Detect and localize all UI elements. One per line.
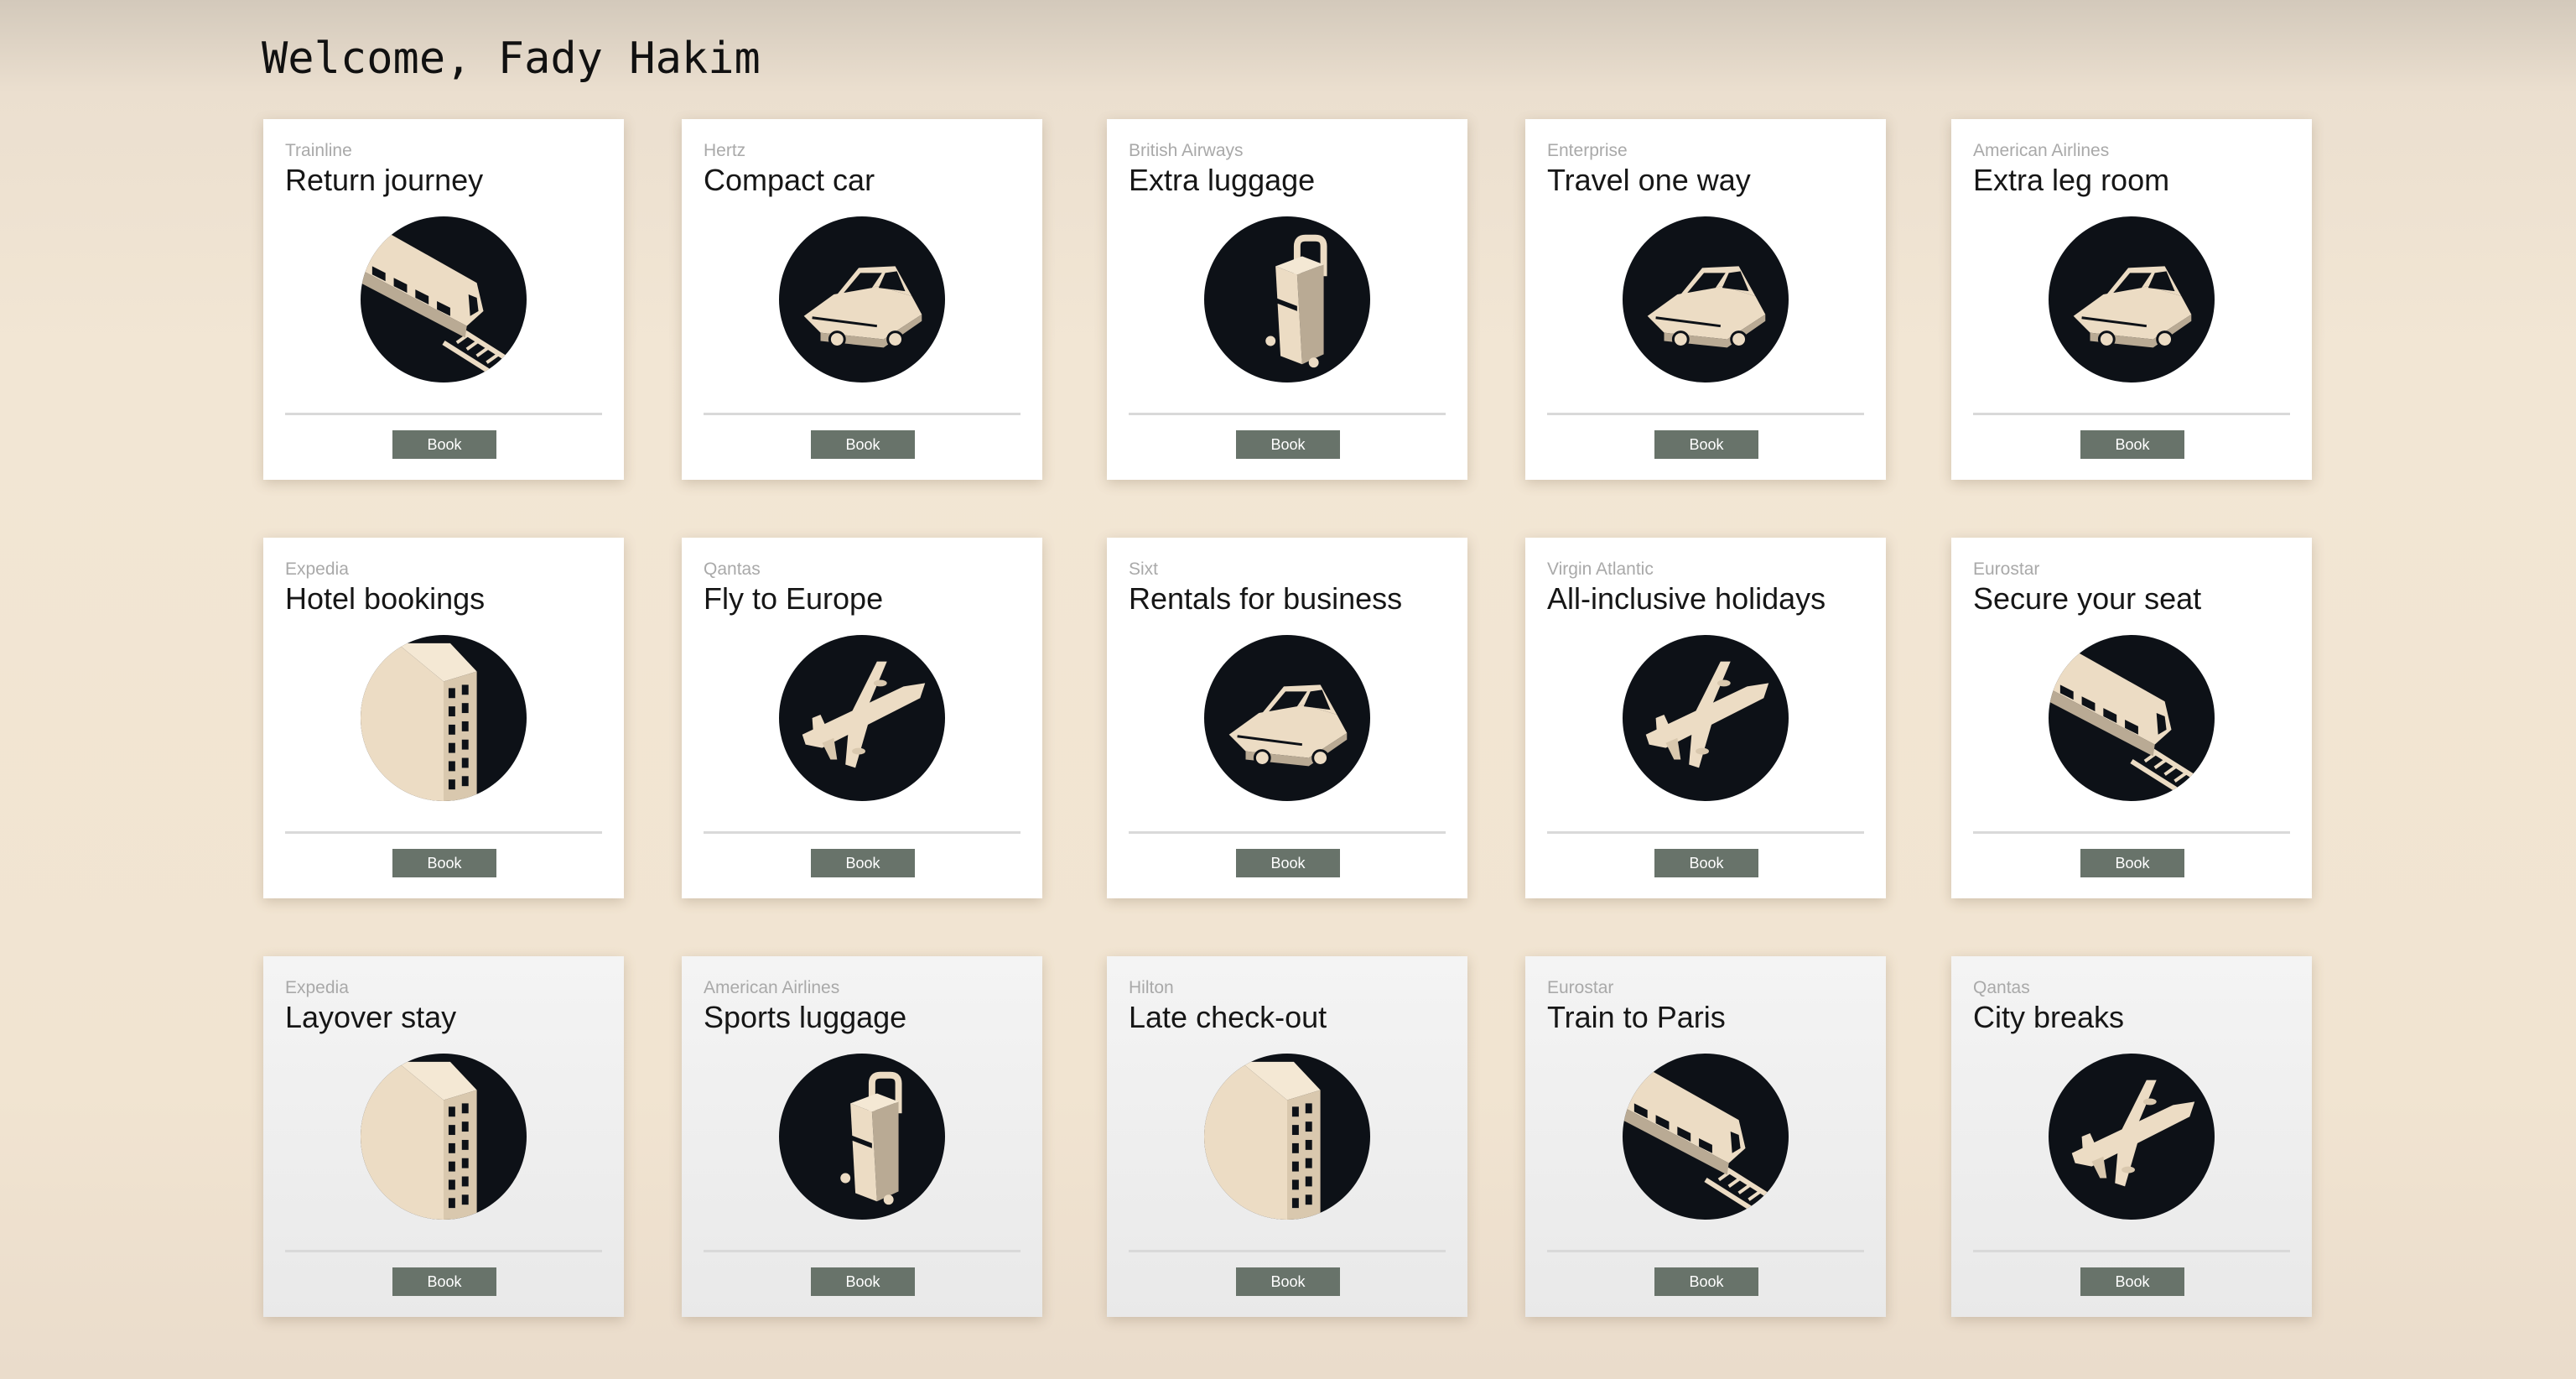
offer-card-secure-your-seat[interactable]: Eurostar Secure your seat Book [1951, 538, 2312, 898]
card-title: All-inclusive holidays [1547, 581, 1826, 616]
offer-card-layover-stay[interactable]: Expedia Layover stay Book [263, 956, 624, 1317]
offer-card-sports-luggage[interactable]: American Airlines Sports luggage Book [682, 956, 1042, 1317]
book-button[interactable]: Book [811, 430, 915, 459]
card-divider [1547, 413, 1864, 415]
card-title: Secure your seat [1973, 581, 2202, 616]
car-icon [779, 216, 945, 382]
offer-card-travel-one-way[interactable]: Enterprise Travel one way Book [1525, 119, 1886, 480]
card-title: Return journey [285, 163, 484, 197]
card-divider [1129, 831, 1446, 834]
card-divider [1973, 831, 2290, 834]
offer-card-hotel-bookings[interactable]: Expedia Hotel bookings Book [263, 538, 624, 898]
offer-card-extra-leg-room[interactable]: American Airlines Extra leg room Book [1951, 119, 2312, 480]
hotel-icon [1204, 1054, 1370, 1220]
card-title: Extra luggage [1129, 163, 1316, 197]
card-title: City breaks [1973, 1000, 2125, 1034]
offer-card-city-breaks[interactable]: Qantas City breaks Book [1951, 956, 2312, 1317]
card-title: Train to Paris [1547, 1000, 1726, 1034]
card-title: Extra leg room [1973, 163, 2170, 197]
book-button[interactable]: Book [1654, 1267, 1758, 1296]
card-divider [704, 1250, 1021, 1252]
card-provider: British Airways [1129, 141, 1244, 160]
card-divider [285, 1250, 602, 1252]
card-provider: Hertz [704, 141, 746, 160]
hotel-icon [361, 1054, 527, 1220]
welcome-heading: Welcome, Fady Hakim [262, 34, 761, 84]
offer-card-extra-luggage[interactable]: British Airways Extra luggage Book [1107, 119, 1467, 480]
book-button[interactable]: Book [1654, 430, 1758, 459]
book-button[interactable]: Book [1236, 430, 1340, 459]
book-button[interactable]: Book [2080, 1267, 2184, 1296]
card-title: Compact car [704, 163, 875, 197]
car-icon [1623, 216, 1789, 382]
offer-card-train-to-paris[interactable]: Eurostar Train to Paris Book [1525, 956, 1886, 1317]
card-divider [1547, 1250, 1864, 1252]
airplane-icon [1623, 635, 1789, 801]
card-provider: Qantas [1973, 978, 2030, 997]
offer-card-late-check-out[interactable]: Hilton Late check-out Book [1107, 956, 1467, 1317]
card-divider [1973, 413, 2290, 415]
card-divider [1547, 831, 1864, 834]
luggage-icon [1204, 216, 1370, 382]
card-provider: Hilton [1129, 978, 1174, 997]
card-provider: Virgin Atlantic [1547, 559, 1654, 579]
car-icon [1204, 635, 1370, 801]
card-title: Layover stay [285, 1000, 457, 1034]
card-provider: Eurostar [1547, 978, 1614, 997]
card-divider [704, 831, 1021, 834]
luggage-icon [779, 1054, 945, 1220]
card-provider: American Airlines [704, 978, 840, 997]
airplane-icon [779, 635, 945, 801]
train-icon [2049, 635, 2215, 801]
book-button[interactable]: Book [392, 849, 496, 877]
airplane-icon [2049, 1054, 2215, 1220]
offer-card-rentals-for-business[interactable]: Sixt Rentals for business Book [1107, 538, 1467, 898]
book-button[interactable]: Book [2080, 430, 2184, 459]
card-provider: Expedia [285, 559, 349, 579]
book-button[interactable]: Book [1654, 849, 1758, 877]
card-provider: American Airlines [1973, 141, 2110, 160]
book-button[interactable]: Book [392, 1267, 496, 1296]
card-title: Late check-out [1129, 1000, 1327, 1034]
train-icon [1623, 1054, 1789, 1220]
card-provider: Eurostar [1973, 559, 2040, 579]
card-title: Fly to Europe [704, 581, 884, 616]
book-button[interactable]: Book [1236, 1267, 1340, 1296]
offer-card-all-inclusive-holidays[interactable]: Virgin Atlantic All-inclusive holidays B… [1525, 538, 1886, 898]
card-title: Rentals for business [1129, 581, 1403, 616]
train-icon [361, 216, 527, 382]
card-provider: Sixt [1129, 559, 1159, 579]
card-title: Sports luggage [704, 1000, 907, 1034]
book-button[interactable]: Book [811, 1267, 915, 1296]
card-provider: Enterprise [1547, 141, 1628, 160]
book-button[interactable]: Book [811, 849, 915, 877]
card-provider: Qantas [704, 559, 761, 579]
offer-card-compact-car[interactable]: Hertz Compact car Book [682, 119, 1042, 480]
card-title: Hotel bookings [285, 581, 486, 616]
book-button[interactable]: Book [392, 430, 496, 459]
book-button[interactable]: Book [1236, 849, 1340, 877]
card-provider: Expedia [285, 978, 349, 997]
book-button[interactable]: Book [2080, 849, 2184, 877]
card-title: Travel one way [1547, 163, 1751, 197]
card-divider [285, 413, 602, 415]
offer-card-fly-to-europe[interactable]: Qantas Fly to Europe Book [682, 538, 1042, 898]
offer-card-return-journey[interactable]: Trainline Return journey Book [263, 119, 624, 480]
hotel-icon [361, 635, 527, 801]
card-divider [285, 831, 602, 834]
card-divider [1129, 1250, 1446, 1252]
card-divider [1129, 413, 1446, 415]
car-icon [2049, 216, 2215, 382]
card-divider [704, 413, 1021, 415]
card-divider [1973, 1250, 2290, 1252]
card-provider: Trainline [285, 141, 352, 160]
